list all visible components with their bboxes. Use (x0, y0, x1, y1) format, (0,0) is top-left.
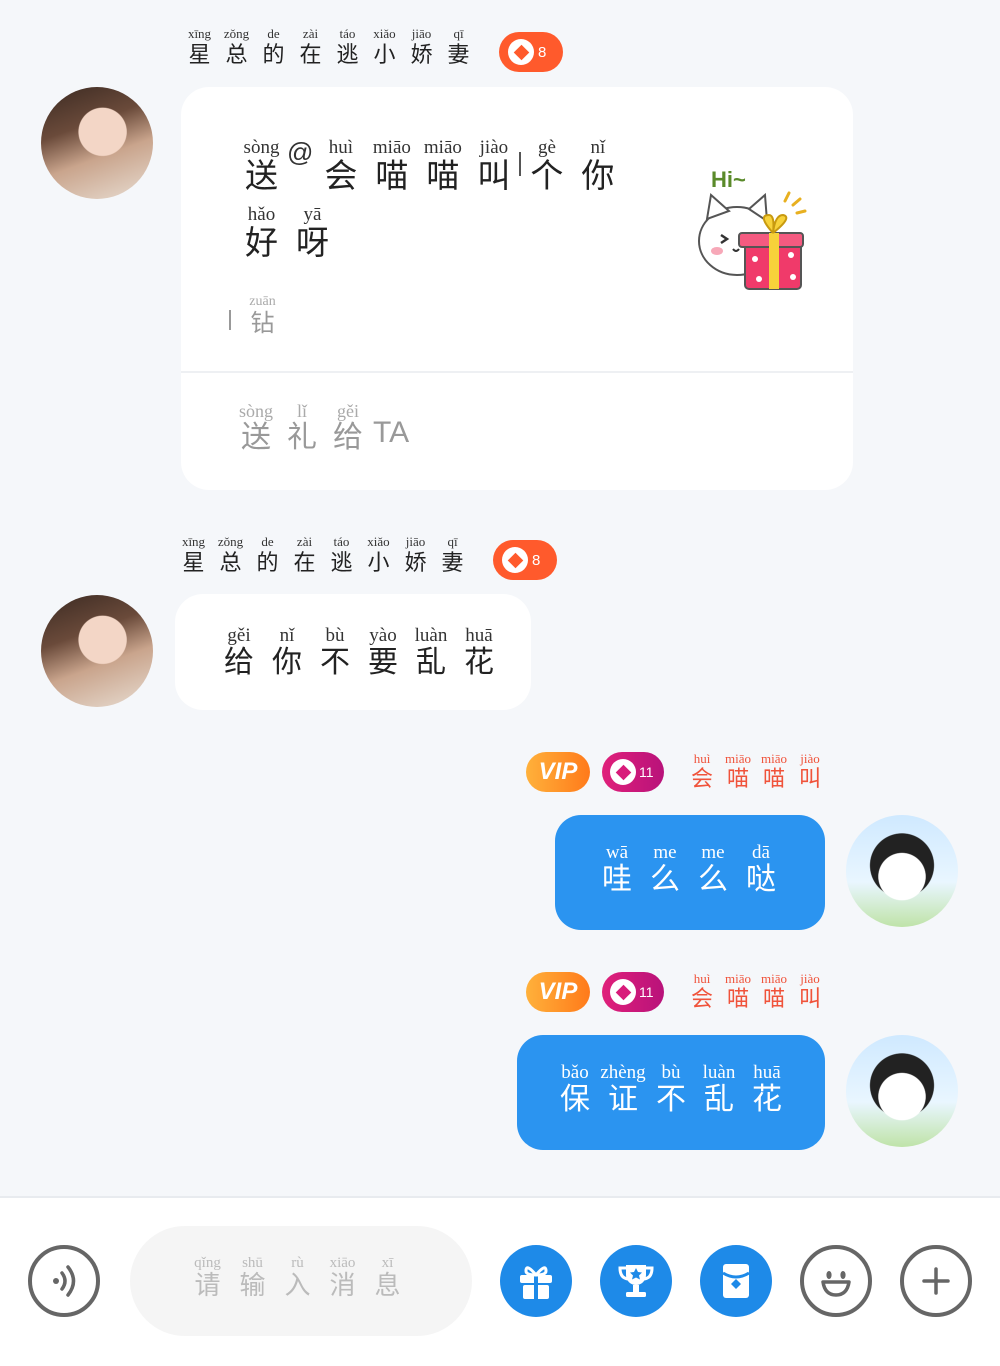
sender-name: xīng 星 zǒng 总 de 的 zài 在 táo 逃 xiǎo 小 jiāo 娇 qī… (181, 533, 464, 576)
emoji-icon (821, 1271, 851, 1297)
message-input[interactable]: qǐng 请 shū 输 rù 入 xiāo 消 xī 息 (130, 1226, 472, 1336)
diamond-coin-icon (610, 979, 636, 1005)
level-badge[interactable]: 8 (499, 32, 563, 72)
message-bubble[interactable]: gěi 给 nǐ 你 bù 不 yào 要 luàn 乱 huā 花 (175, 594, 531, 710)
gift-text-line: sòng 送 @ huì 会 miāo 喵 miāo 喵 jiào 叫 gè 个 nǐ 你 (243, 137, 615, 196)
avatar[interactable] (41, 595, 153, 707)
gift-text-line: hǎo 好 yā 呀 (245, 204, 329, 262)
level-badge[interactable]: 8 (493, 540, 557, 580)
diamond-coin-icon (610, 759, 636, 785)
sender-name: huì 会 miāo 喵 miāo 喵 jiào 叫 (690, 751, 821, 793)
cat-gift-sticker-icon: Hi~ (698, 167, 807, 290)
name-char: táo 逃 (336, 25, 359, 68)
name-char: qī 妻 (447, 25, 470, 68)
sender-name: xīng 星 zǒng 总 de 的 zài 在 táo 逃 xiǎo 小 jiāo 娇 qī… (181, 27, 477, 67)
level-badge[interactable]: 11 (602, 752, 664, 792)
divider (181, 371, 853, 373)
avatar[interactable] (846, 1035, 958, 1147)
message-text: wā 哇 me 么 me 么 dā 哒 (602, 842, 776, 897)
message-bubble[interactable]: wā 哇 me 么 me 么 dā 哒 (555, 815, 825, 930)
emoji-button[interactable] (800, 1245, 872, 1317)
name-char: zài 在 (299, 25, 322, 68)
plus-icon (922, 1267, 950, 1295)
gift-message-card[interactable]: sòng 送 @ huì 会 miāo 喵 miāo 喵 jiào 叫 gè 个 nǐ 你 h… (181, 87, 853, 490)
avatar[interactable] (41, 87, 153, 199)
diamond-price: zuān 钻 (229, 295, 288, 336)
voice-icon (53, 1265, 76, 1297)
svg-text:Hi~: Hi~ (711, 167, 746, 192)
avatar[interactable] (846, 815, 958, 927)
vip-badge[interactable]: VIP (526, 972, 590, 1012)
trophy-button[interactable] (600, 1245, 672, 1317)
name-char: de 的 (262, 25, 285, 68)
gift-button[interactable] (500, 1245, 572, 1317)
red-packet-button[interactable] (700, 1245, 772, 1317)
trophy-icon (618, 1265, 654, 1297)
level-badge[interactable]: 11 (602, 972, 664, 1012)
diamond-coin-icon (502, 547, 528, 573)
separator-bar (229, 310, 231, 331)
voice-button[interactable] (28, 1245, 100, 1317)
vip-badge[interactable]: VIP (526, 752, 590, 792)
sender-header: VIP 11 huì 会 miāo 喵 miāo 喵 jiào 叫 (526, 752, 828, 792)
gift-icon (520, 1266, 552, 1299)
name-char: jiāo 娇 (410, 25, 433, 68)
sender-header: VIP 11 huì 会 miāo 喵 miāo 喵 jiào 叫 (526, 972, 828, 1012)
name-char: xīng 星 (187, 25, 212, 68)
sender-name-row: xīng 星 zǒng 总 de 的 zài 在 táo 逃 xiǎo 小 jiāo 娇 qī… (181, 22, 563, 72)
diamond-coin-icon (508, 39, 534, 65)
message-text: bǎo 保 zhèng 证 bù 不 luàn 乱 huā 花 (560, 1062, 782, 1117)
message-text: gěi 给 nǐ 你 bù 不 yào 要 luàn 乱 huā 花 (224, 625, 494, 680)
sender-name-row: xīng 星 zǒng 总 de 的 zài 在 táo 逃 xiǎo 小 jiāo 娇 qī… (175, 530, 557, 580)
message-bubble[interactable]: bǎo 保 zhèng 证 bù 不 luàn 乱 huā 花 (517, 1035, 825, 1150)
name-char: xiǎo 小 (373, 25, 396, 68)
more-button[interactable] (900, 1245, 972, 1317)
send-gift-button[interactable]: sòng 送 lǐ 礼 gěi 给 TA (233, 402, 409, 454)
sender-name: huì 会 miāo 喵 miāo 喵 jiào 叫 (690, 971, 821, 1013)
name-char: zǒng 总 (223, 25, 250, 68)
red-packet-icon (722, 1264, 750, 1298)
input-placeholder: qǐng 请 shū 输 rù 入 xiāo 消 xī 息 (194, 1255, 401, 1301)
